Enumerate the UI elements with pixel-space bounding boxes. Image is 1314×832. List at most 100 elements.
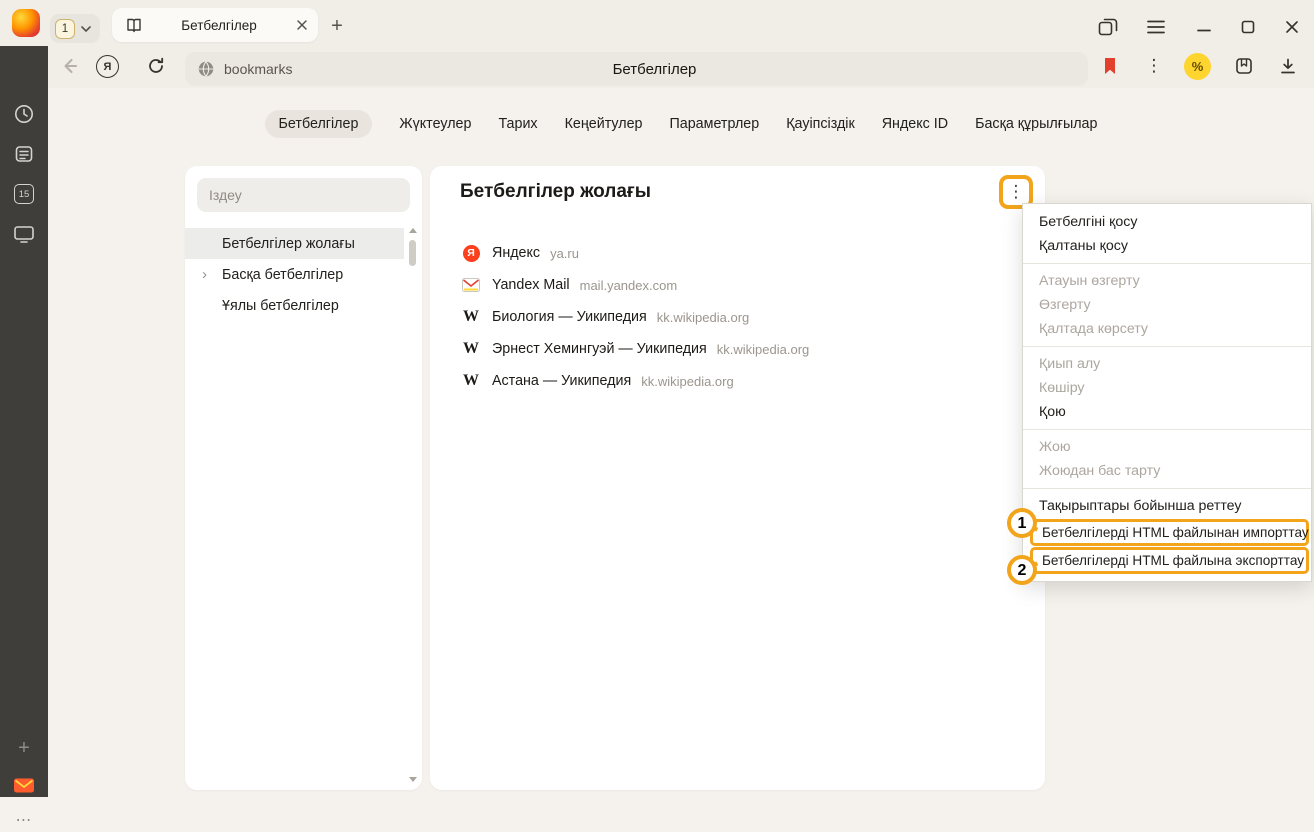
bookmark-row[interactable]: W Биология — Уикипедия kk.wikipedia.org bbox=[430, 301, 1045, 333]
settings-nav-tabs: Бетбелгілер Жүктеулер Тарих Кеңейтулер П… bbox=[48, 110, 1314, 138]
menu-item-export-html[interactable]: 2 Бетбелгілерді HTML файлына экспорттау bbox=[1030, 547, 1309, 574]
browser-menu-button[interactable] bbox=[1142, 13, 1170, 41]
tab-other-devices[interactable]: Басқа құрылғылар bbox=[975, 116, 1097, 132]
menu-item-edit: Өзгерту bbox=[1023, 293, 1311, 317]
menu-item-add-folder[interactable]: Қалтаны қосу bbox=[1023, 234, 1311, 258]
yandex-home-button[interactable]: Я bbox=[96, 55, 119, 78]
menu-item-add-bookmark[interactable]: Бетбелгіні қосу bbox=[1023, 210, 1311, 234]
search-input[interactable] bbox=[197, 178, 410, 212]
bookmark-url: mail.yandex.com bbox=[580, 278, 678, 293]
tab-security[interactable]: Қауіпсіздік bbox=[786, 116, 855, 132]
folder-item-bookmarks-bar[interactable]: Бетбелгілер жолағы bbox=[185, 228, 404, 259]
menu-item-import-html[interactable]: 1 Бетбелгілерді HTML файлынан импорттау bbox=[1030, 519, 1309, 546]
address-page-title: Бетбелгілер bbox=[613, 61, 697, 78]
browser-logo-icon[interactable] bbox=[12, 9, 40, 37]
menu-separator bbox=[1023, 346, 1311, 347]
address-menu-button[interactable]: ⋮ bbox=[1140, 52, 1168, 80]
window-maximize-button[interactable] bbox=[1234, 13, 1262, 41]
tab-count-badge: 1 bbox=[55, 19, 75, 39]
menu-item-sort-by-title[interactable]: Тақырыптары бойынша реттеу bbox=[1023, 494, 1311, 518]
chevron-right-icon[interactable]: › bbox=[202, 265, 207, 282]
bookmark-flag-icon bbox=[1103, 57, 1117, 75]
bookmarks-panel: Бетбелгілер жолағы ⋮ Я Яндекс ya.ru Yand… bbox=[430, 166, 1045, 790]
tab-extensions[interactable]: Кеңейтулер bbox=[565, 116, 643, 132]
window-minimize-button[interactable] bbox=[1190, 13, 1218, 41]
back-button[interactable] bbox=[56, 52, 84, 80]
menu-item-label: Бетбелгілерді HTML файлына экспорттау bbox=[1042, 553, 1304, 568]
clock-icon bbox=[13, 103, 35, 125]
bookmark-title: Эрнест Хемингуэй — Уикипедия bbox=[492, 341, 707, 357]
menu-item-paste[interactable]: Қою bbox=[1023, 400, 1311, 424]
back-arrow-icon bbox=[59, 55, 81, 77]
menu-separator bbox=[1023, 429, 1311, 430]
sidebar-more-button[interactable]: ⋯ bbox=[12, 808, 36, 832]
feed-icon bbox=[14, 144, 34, 164]
bookmark-row[interactable]: W Эрнест Хемингуэй — Уикипедия kk.wikipe… bbox=[430, 333, 1045, 365]
mail-favicon bbox=[461, 278, 481, 292]
downloads-button[interactable] bbox=[1274, 52, 1302, 80]
browser-tab[interactable]: Бетбелгілер bbox=[112, 8, 318, 42]
feed-button[interactable] bbox=[12, 142, 36, 166]
bookmarks-context-menu: Бетбелгіні қосу Қалтаны қосу Атауын өзге… bbox=[1022, 203, 1312, 582]
tab-yandex-id[interactable]: Яндекс ID bbox=[882, 116, 948, 132]
bookmark-title: Биология — Уикипедия bbox=[492, 309, 647, 325]
folder-item-mobile-bookmarks[interactable]: Ұялы бетбелгілер bbox=[185, 290, 404, 321]
wikipedia-favicon: W bbox=[461, 308, 481, 326]
tab-history[interactable]: Тарих bbox=[498, 116, 537, 132]
bookmark-title: Яндекс bbox=[492, 245, 540, 261]
menu-item-undo-delete: Жоюдан бас тарту bbox=[1023, 459, 1311, 483]
folder-label: Ұялы бетбелгілер bbox=[222, 298, 339, 314]
tabs-count-button[interactable]: 15 bbox=[12, 182, 36, 206]
bookmark-flag-button[interactable] bbox=[1096, 52, 1124, 80]
tab-bookmarks[interactable]: Бетбелгілер bbox=[265, 110, 373, 138]
yandex-favicon: Я bbox=[461, 245, 481, 262]
scroll-up-icon[interactable] bbox=[409, 228, 417, 233]
bookmark-row[interactable]: Yandex Mail mail.yandex.com bbox=[430, 269, 1045, 301]
folders-panel: Бетбелгілер жолағы › Басқа бетбелгілер Ұ… bbox=[185, 166, 422, 790]
folder-label: Басқа бетбелгілер bbox=[222, 267, 343, 283]
menu-item-label: Бетбелгілерді HTML файлынан импорттау bbox=[1042, 525, 1309, 540]
scroll-down-icon[interactable] bbox=[409, 777, 417, 782]
tab-group-counter[interactable]: 1 bbox=[50, 14, 100, 43]
hamburger-icon bbox=[1147, 20, 1165, 34]
menu-item-delete: Жою bbox=[1023, 435, 1311, 459]
folder-label: Бетбелгілер жолағы bbox=[222, 236, 355, 252]
bookmarks-menu-button[interactable]: ⋮ bbox=[1003, 179, 1029, 205]
window-close-button[interactable] bbox=[1278, 13, 1306, 41]
refresh-button[interactable] bbox=[142, 52, 170, 80]
browser-chrome: 1 Бетбелгілер + Я bookmarks Бетбелгілер bbox=[0, 0, 1314, 88]
tab-tiles-icon bbox=[1098, 18, 1118, 36]
sidebar-add-button[interactable]: + bbox=[12, 736, 36, 760]
devices-button[interactable] bbox=[12, 222, 36, 246]
collections-icon bbox=[1235, 57, 1253, 75]
history-button[interactable] bbox=[12, 102, 36, 126]
new-tab-button[interactable]: + bbox=[324, 13, 350, 39]
collections-button[interactable] bbox=[1230, 52, 1258, 80]
bookmark-title: Астана — Уикипедия bbox=[492, 373, 631, 389]
bookmarks-page: Бетбелгілер Жүктеулер Тарих Кеңейтулер П… bbox=[48, 88, 1314, 797]
bookmark-row[interactable]: Я Яндекс ya.ru bbox=[430, 237, 1045, 269]
tab-downloads[interactable]: Жүктеулер bbox=[399, 116, 471, 132]
tab-settings[interactable]: Параметрлер bbox=[670, 116, 760, 132]
address-bar[interactable]: bookmarks Бетбелгілер bbox=[185, 52, 1088, 86]
search-box bbox=[197, 178, 410, 212]
folder-list: Бетбелгілер жолағы › Басқа бетбелгілер Ұ… bbox=[185, 228, 422, 321]
annotation-step-1-badge: 1 bbox=[1007, 508, 1037, 538]
menu-item-copy: Көшіру bbox=[1023, 376, 1311, 400]
monitor-icon bbox=[13, 224, 35, 244]
scrollbar-thumb[interactable] bbox=[409, 240, 416, 266]
bookmark-url: kk.wikipedia.org bbox=[717, 342, 810, 357]
bookmark-row[interactable]: W Астана — Уикипедия kk.wikipedia.org bbox=[430, 365, 1045, 397]
kebab-icon: ⋮ bbox=[1008, 182, 1025, 202]
mail-button[interactable] bbox=[12, 773, 36, 797]
folder-item-other-bookmarks[interactable]: › Басқа бетбелгілер bbox=[185, 259, 404, 290]
tab-close-icon[interactable] bbox=[296, 19, 308, 31]
tab-tiles-button[interactable] bbox=[1094, 13, 1122, 41]
bookmark-url: kk.wikipedia.org bbox=[641, 374, 734, 389]
scrollbar[interactable] bbox=[406, 228, 419, 782]
bookmarks-book-icon bbox=[126, 17, 142, 33]
percent-badge-button[interactable]: % bbox=[1184, 53, 1211, 80]
address-text: bookmarks bbox=[224, 61, 292, 77]
kebab-icon: ⋮ bbox=[1146, 56, 1163, 76]
site-icon bbox=[197, 60, 215, 78]
